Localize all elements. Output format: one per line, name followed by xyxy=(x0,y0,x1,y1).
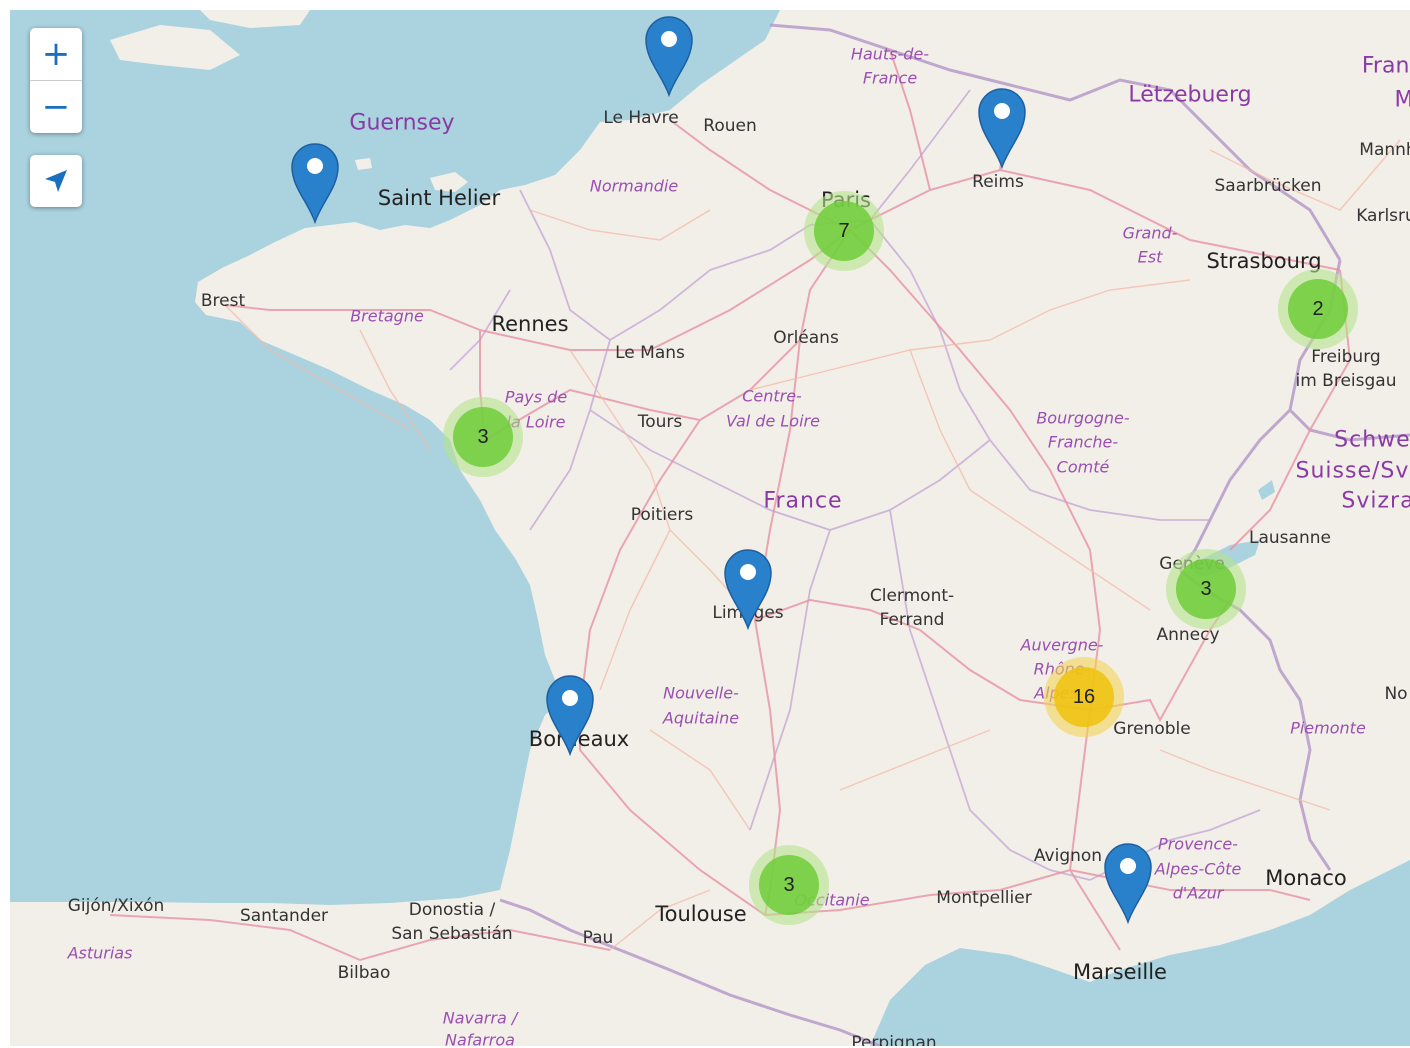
cluster-marker[interactable]: 2 xyxy=(1278,269,1358,349)
place-label: Saarbrücken xyxy=(1214,176,1322,196)
place-label: Tours xyxy=(637,412,683,432)
region-label: Hauts-de- xyxy=(850,44,930,64)
locate-button[interactable] xyxy=(30,155,82,207)
map-pin-icon[interactable] xyxy=(1103,842,1153,924)
map-pin-icon[interactable] xyxy=(644,15,694,97)
place-label: Santander xyxy=(239,906,329,926)
place-label: San Sebastián xyxy=(391,924,513,944)
place-label: Saint Helier xyxy=(377,186,501,210)
place-label: im Breisgau xyxy=(1295,371,1397,391)
place-label: Pau xyxy=(582,928,614,948)
map-pin-icon[interactable] xyxy=(723,548,773,630)
place-label: Le Mans xyxy=(615,343,685,363)
place-label: Rouen xyxy=(703,116,757,136)
place-label: Bilbao xyxy=(337,963,391,983)
cluster-count: 7 xyxy=(814,201,874,261)
map-canvas[interactable]: Le Havre Rouen Hauts-de- France Lëtzebue… xyxy=(10,10,1410,1046)
region-label: Provence- xyxy=(1158,834,1238,854)
region-label: Est xyxy=(1137,247,1163,267)
place-label: No xyxy=(1384,684,1408,704)
place-label: Ferrand xyxy=(879,610,945,630)
place-label: Rennes xyxy=(491,312,569,336)
place-label: Lausanne xyxy=(1249,528,1331,548)
region-label: Pays de xyxy=(504,387,568,407)
region-label: Grand- xyxy=(1122,223,1178,243)
country-label: France xyxy=(763,488,843,514)
place-label: Montpellier xyxy=(936,888,1032,908)
region-label: Navarra / xyxy=(442,1008,518,1028)
country-label: Suisse/Svi xyxy=(1295,458,1410,484)
place-label: Mannh xyxy=(1359,140,1410,160)
place-label: Perpignan xyxy=(851,1033,937,1046)
region-label: Centre- xyxy=(742,386,802,406)
region-label: Comté xyxy=(1056,457,1110,477)
locate-arrow-icon xyxy=(45,170,67,192)
cluster-marker[interactable]: 16 xyxy=(1044,657,1124,737)
region-label: Franche- xyxy=(1047,432,1119,452)
region-label: Normandie xyxy=(589,176,679,196)
region-label: Nouvelle- xyxy=(663,683,739,703)
region-label: Auvergne- xyxy=(1020,635,1104,655)
place-label: Karlsru xyxy=(1356,206,1410,226)
region-label: France xyxy=(862,68,918,88)
region-label: Alpes-Côte xyxy=(1154,859,1242,879)
place-label: Strasbourg xyxy=(1206,249,1322,273)
zoom-in-button[interactable]: + xyxy=(30,28,82,80)
place-label: Donostia / xyxy=(408,900,496,920)
cluster-marker[interactable]: 3 xyxy=(749,845,829,925)
country-label: Svizra xyxy=(1341,488,1410,514)
region-label: d'Azur xyxy=(1172,883,1224,903)
region-label: Aquitaine xyxy=(662,708,740,728)
region-label: Asturias xyxy=(67,943,133,963)
map-pin-icon[interactable] xyxy=(977,87,1027,169)
place-label: Le Havre xyxy=(603,108,679,128)
place-label: Reims xyxy=(972,172,1024,192)
region-label: Val de Loire xyxy=(726,411,820,431)
country-label: Schwei xyxy=(1334,427,1410,453)
place-label: Avignon xyxy=(1033,846,1103,866)
cluster-marker[interactable]: 3 xyxy=(443,397,523,477)
place-label: Gijón/Xixón xyxy=(67,896,165,916)
cluster-count: 3 xyxy=(1176,559,1236,619)
region-label: Piemonte xyxy=(1290,718,1366,738)
cluster-count: 3 xyxy=(759,855,819,915)
island-label: Guernsey xyxy=(349,110,455,136)
zoom-out-button[interactable]: − xyxy=(30,80,82,133)
locate-control xyxy=(30,155,82,207)
place-label: Brest xyxy=(200,291,246,311)
cluster-count: 3 xyxy=(453,407,513,467)
place-label: Freiburg xyxy=(1311,347,1381,367)
cluster-count: 16 xyxy=(1054,667,1114,727)
cluster-count: 2 xyxy=(1288,279,1348,339)
place-label: Orléans xyxy=(773,328,839,348)
place-label: M xyxy=(1394,87,1410,113)
place-label: Grenoble xyxy=(1113,719,1191,739)
region-label: Nafarroa xyxy=(445,1030,515,1047)
region-label: Bourgogne- xyxy=(1036,408,1130,428)
place-label: Frank xyxy=(1361,53,1410,79)
map-pin-icon[interactable] xyxy=(290,142,340,224)
place-label: Poitiers xyxy=(630,505,694,525)
place-label: Clermont- xyxy=(869,586,955,606)
region-label: Bretagne xyxy=(350,306,424,326)
zoom-control: + − xyxy=(30,28,82,133)
place-label: Monaco xyxy=(1265,866,1347,890)
cluster-marker[interactable]: 7 xyxy=(804,191,884,271)
place-label: Toulouse xyxy=(655,902,747,926)
place-label: Marseille xyxy=(1073,960,1167,984)
map-pin-icon[interactable] xyxy=(545,674,595,756)
cluster-marker[interactable]: 3 xyxy=(1166,549,1246,629)
country-label: Lëtzebuerg xyxy=(1128,82,1252,108)
